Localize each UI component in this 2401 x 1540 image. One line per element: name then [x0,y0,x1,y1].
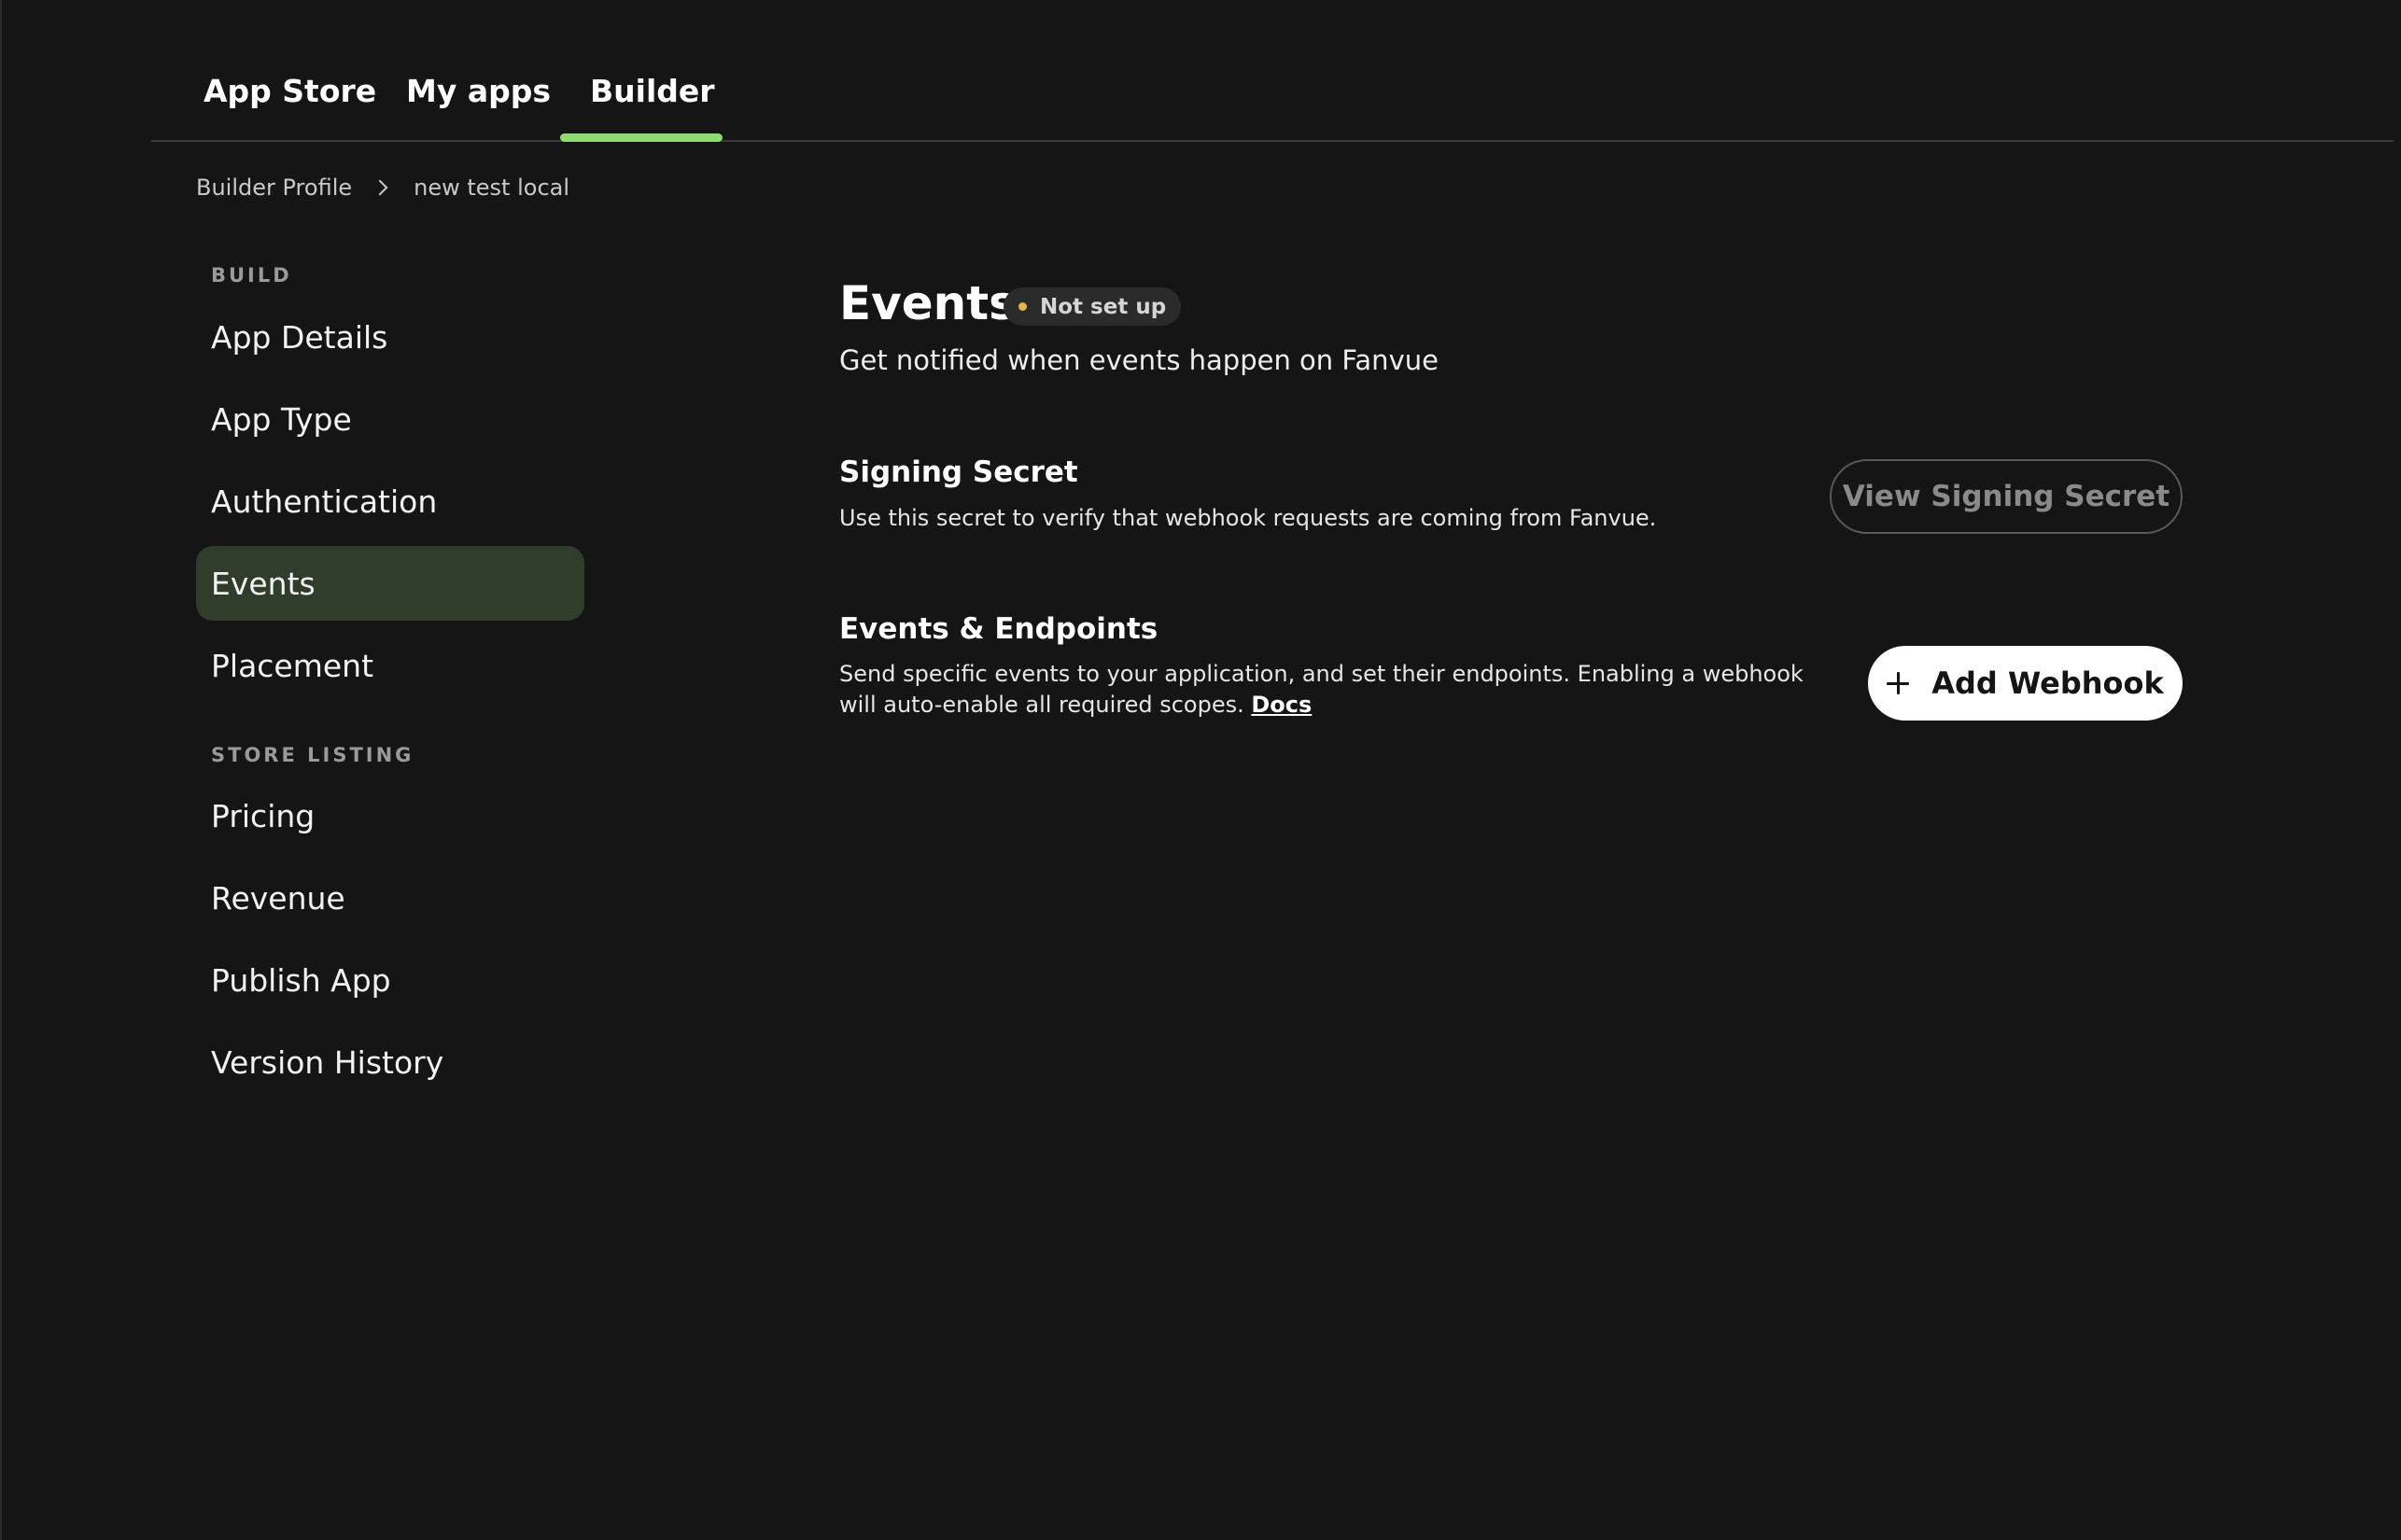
tab-app-store[interactable]: App Store [204,73,376,109]
docs-link[interactable]: Docs [1251,692,1312,718]
sidebar-item-events[interactable]: Events [196,546,584,621]
breadcrumb: Builder Profile new test local [196,171,569,204]
signing-secret-title: Signing Secret [839,455,1078,489]
sidebar-item-app-type[interactable]: App Type [196,382,584,456]
page: App Store My apps Builder Builder Profil… [0,0,2401,1540]
sidebar-item-version-history[interactable]: Version History [196,1025,584,1099]
sidebar-item-label: Revenue [211,879,345,917]
active-tab-indicator [560,133,723,142]
sidebar-item-revenue[interactable]: Revenue [196,861,584,935]
sidebar-item-app-details[interactable]: App Details [196,300,584,374]
view-signing-secret-button[interactable]: View Signing Secret [1830,459,2183,534]
window-edge [0,0,2,1540]
sidebar-item-label: Events [211,565,316,602]
sidebar-item-label: App Type [211,400,352,438]
sidebar-section-build: BUILD [211,264,292,287]
sidebar-item-label: Placement [211,647,374,684]
tab-my-apps[interactable]: My apps [406,73,551,109]
plus-icon [1887,672,1910,694]
sidebar-item-publish-app[interactable]: Publish App [196,943,584,1017]
sidebar-item-placement[interactable]: Placement [196,628,584,703]
top-tabs: App Store My apps Builder [151,0,2394,142]
signing-secret-description: Use this secret to verify that webhook r… [839,505,1657,531]
sidebar-item-authentication[interactable]: Authentication [196,464,584,539]
page-subtitle: Get notified when events happen on Fanvu… [839,344,1439,376]
sidebar-item-pricing[interactable]: Pricing [196,778,584,853]
sidebar-item-label: Version History [211,1043,444,1081]
sidebar-item-label: App Details [211,318,388,356]
breadcrumb-current: new test local [414,175,570,201]
events-endpoints-description: Send specific events to your application… [839,659,1810,721]
events-endpoints-text: Send specific events to your application… [839,661,1804,718]
sidebar-item-label: Pricing [211,797,316,834]
status-badge-label: Not set up [1040,294,1167,319]
sidebar-item-label: Publish App [211,961,391,999]
sidebar-section-store-listing: STORE LISTING [211,744,414,766]
add-webhook-button[interactable]: Add Webhook [1868,646,2183,721]
view-signing-secret-label: View Signing Secret [1842,480,2170,513]
status-badge: Not set up [1004,287,1182,326]
tab-builder[interactable]: Builder [590,73,715,109]
chevron-right-icon [372,179,388,196]
sidebar-item-label: Authentication [211,483,438,520]
breadcrumb-builder-profile[interactable]: Builder Profile [196,175,352,201]
status-dot-icon [1018,302,1027,311]
add-webhook-label: Add Webhook [1931,665,2164,701]
page-title: Events [839,276,1017,330]
events-endpoints-title: Events & Endpoints [839,612,1158,646]
